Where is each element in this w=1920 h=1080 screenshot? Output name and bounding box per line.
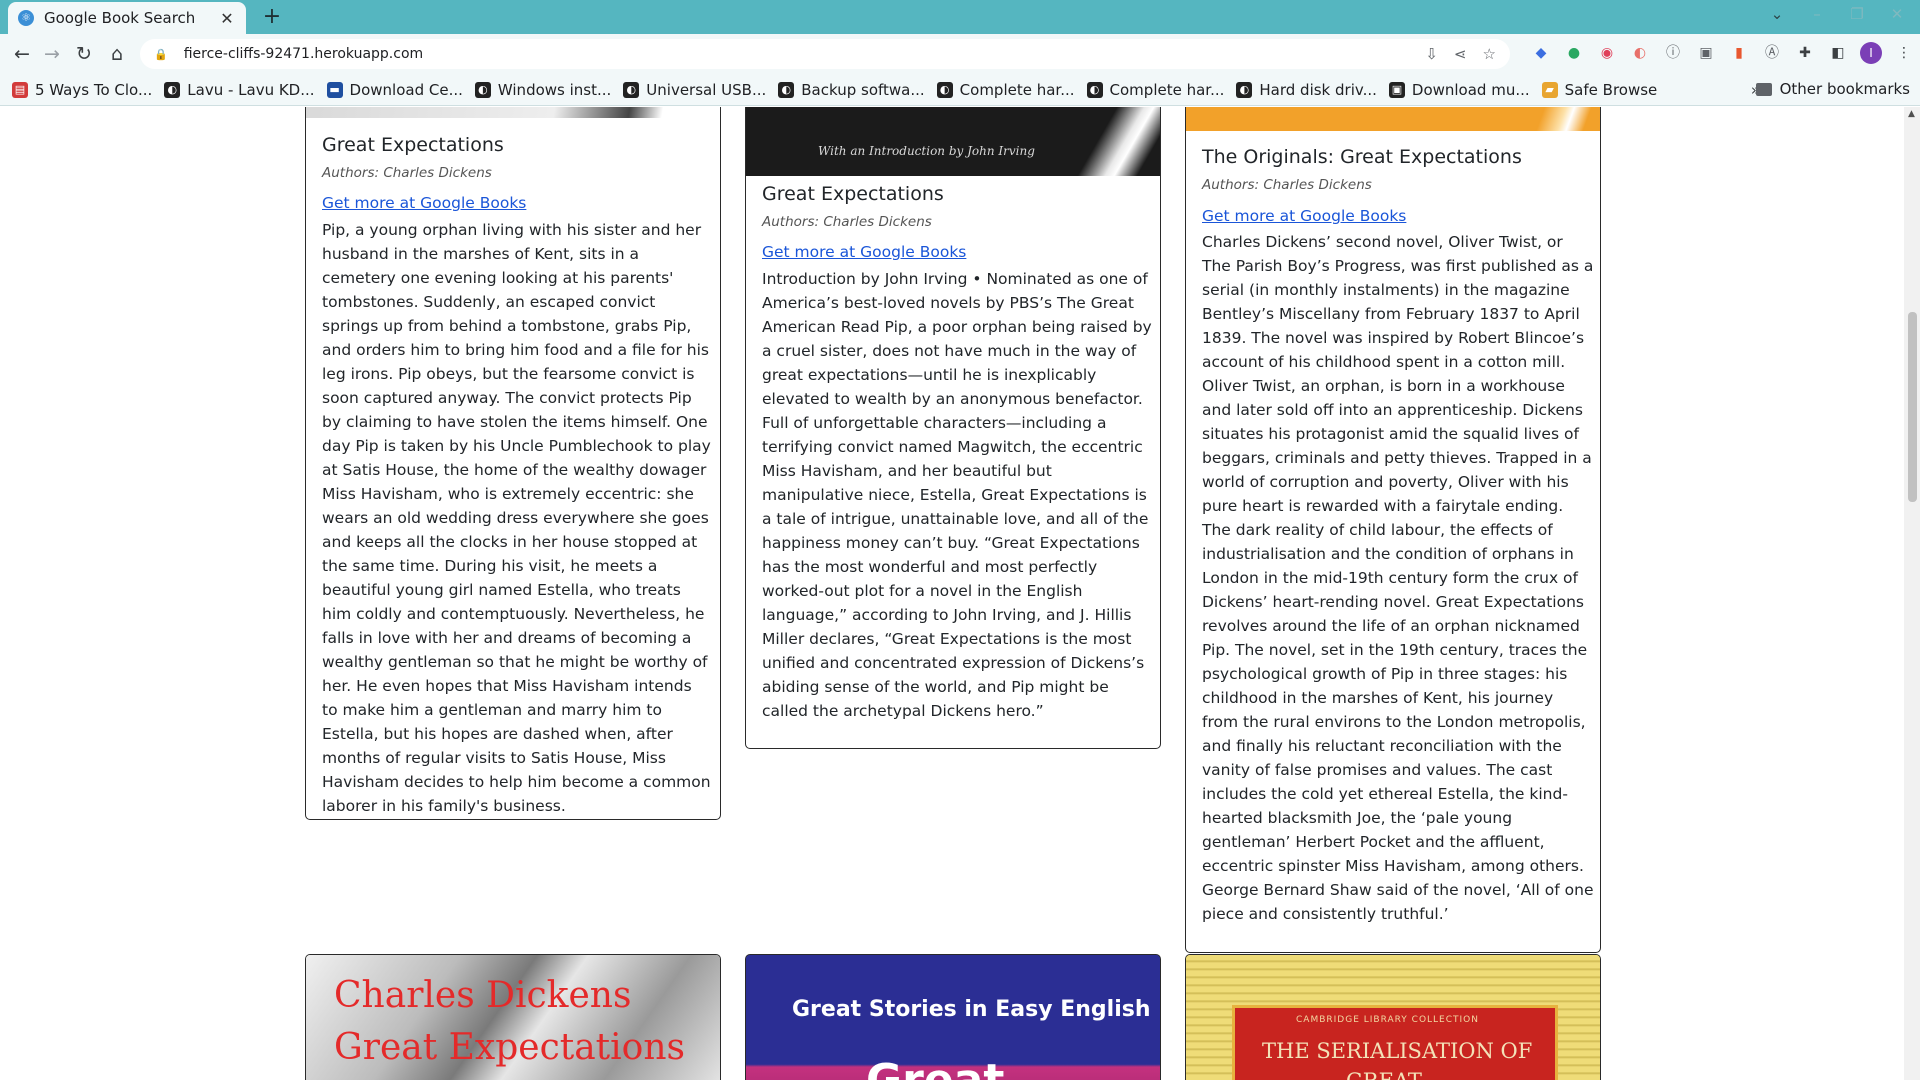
book-description: Introduction by John Irving • Nominated … — [762, 270, 1152, 720]
home-icon[interactable]: ⌂ — [103, 40, 131, 68]
tab-google-book-search[interactable]: ⚛ Google Book Search ✕ — [8, 2, 246, 34]
google-books-link[interactable]: Get more at Google Books — [322, 194, 526, 212]
extensions-puzzle-icon[interactable]: ✚ — [1794, 42, 1816, 64]
bookmark-item[interactable]: ◐ Hard disk driv... — [1236, 81, 1377, 99]
scroll-up-arrow-icon[interactable]: ▲ — [1908, 109, 1915, 119]
cover-series: Great Stories in Easy English — [792, 997, 1151, 1022]
bookmark-item[interactable]: ▰ Safe Browse — [1541, 81, 1657, 99]
book-authors: Authors: Charles Dickens — [1202, 177, 1372, 193]
book-description: Charles Dickens’ second novel, Oliver Tw… — [1202, 233, 1594, 923]
other-bookmarks-folder[interactable]: Other bookmarks — [1755, 80, 1910, 98]
book-card: The Originals: Great Expectations Author… — [1185, 107, 1601, 953]
bookmark-favicon-icon: ▣ — [1388, 81, 1405, 98]
browser-toolbar: ← → ↻ ⌂ 🔒 fierce-cliffs-92471.herokuapp.… — [0, 34, 1920, 74]
address-bar[interactable]: 🔒 fierce-cliffs-92471.herokuapp.com ⇩ ⋖ … — [140, 39, 1510, 69]
extension-a-icon[interactable]: Ⓐ — [1761, 42, 1783, 64]
grammarly-icon[interactable]: ● — [1563, 42, 1585, 64]
bookmark-favicon-icon: ◐ — [1086, 81, 1103, 98]
extension-shield-icon[interactable]: ◉ — [1596, 42, 1618, 64]
book-cover-image: CAMBRIDGE LIBRARY COLLECTION THE SERIALI… — [1186, 955, 1600, 1080]
bookmark-favicon-icon: ▬ — [326, 81, 343, 98]
cover-title: Great Expectations — [334, 1027, 685, 1068]
book-card: Great Expectations Authors: Charles Dick… — [305, 107, 721, 820]
share-icon[interactable]: ⋖ — [1454, 45, 1467, 63]
forward-arrow-icon[interactable]: → — [38, 40, 66, 68]
cover-title: Great — [866, 1055, 1004, 1080]
page-scrollbar[interactable]: ▲ — [1904, 107, 1920, 1080]
tab-strip: ⚛ Google Book Search ✕ + ⌄ – ❐ ✕ — [0, 0, 1920, 34]
book-card: Charles Dickens Great Expectations — [305, 954, 721, 1080]
extension-record-icon[interactable]: ◐ — [1629, 42, 1651, 64]
book-title: The Originals: Great Expectations — [1202, 146, 1522, 168]
bookmark-favicon-icon: ◐ — [474, 81, 491, 98]
new-tab-button[interactable]: + — [258, 3, 286, 31]
bookmark-favicon-icon: ◐ — [778, 81, 795, 98]
bookmark-favicon-icon: ◐ — [936, 81, 953, 98]
close-window-icon[interactable]: ✕ — [1888, 5, 1906, 23]
page-viewport: Great Expectations Authors: Charles Dick… — [0, 107, 1904, 1080]
cover-title: GREAT — [1346, 1069, 1422, 1080]
book-card: Great Stories in Easy English Great — [745, 954, 1161, 1080]
book-cover-image: With an Introduction by John Irving — [746, 107, 1160, 176]
book-description: Pip, a young orphan living with his sist… — [322, 221, 711, 815]
bookmark-favicon-icon: ◐ — [164, 81, 181, 98]
profile-avatar[interactable]: I — [1860, 42, 1882, 64]
bookmark-item[interactable]: ◐ Windows inst... — [474, 81, 611, 99]
extensions-row: ◆ ● ◉ ◐ ⓘ ▣ ▮ Ⓐ ✚ ◧ I ⋮ — [1530, 42, 1915, 64]
bookmark-item[interactable]: ◐ Complete har... — [1086, 81, 1224, 99]
book-cover-image — [306, 107, 720, 118]
book-cover-image: Charles Dickens Great Expectations — [306, 955, 720, 1080]
bookmark-favicon-icon: ◐ — [1236, 81, 1253, 98]
extension-lock-icon[interactable]: ▮ — [1728, 42, 1750, 64]
menu-kebab-icon[interactable]: ⋮ — [1893, 42, 1915, 64]
google-books-link[interactable]: Get more at Google Books — [762, 243, 966, 261]
window-controls: ⌄ – ❐ ✕ — [1768, 5, 1906, 23]
cover-author: Charles Dickens — [334, 975, 632, 1016]
google-books-link[interactable]: Get more at Google Books — [1202, 207, 1406, 225]
cover-heading: THE SERIALISATION OF — [1262, 1039, 1533, 1063]
bookmark-item[interactable]: ◐ Universal USB... — [623, 81, 766, 99]
extension-frame-icon[interactable]: ▣ — [1695, 42, 1717, 64]
cover-collection: CAMBRIDGE LIBRARY COLLECTION — [1296, 1015, 1479, 1025]
react-favicon-icon: ⚛ — [18, 10, 34, 26]
bookmark-item[interactable]: ◐ Lavu - Lavu KD... — [164, 81, 315, 99]
book-title: Great Expectations — [762, 183, 944, 205]
book-authors: Authors: Charles Dickens — [322, 165, 492, 181]
url-text[interactable]: fierce-cliffs-92471.herokuapp.com — [184, 46, 1410, 62]
close-tab-icon[interactable]: ✕ — [218, 9, 236, 28]
book-cover-image: Great Stories in Easy English Great — [746, 955, 1160, 1080]
bookmark-item[interactable]: ▣ Download mu... — [1388, 81, 1530, 99]
book-card: CAMBRIDGE LIBRARY COLLECTION THE SERIALI… — [1185, 954, 1601, 1080]
bookmark-item[interactable]: ◐ Complete har... — [936, 81, 1075, 99]
book-authors: Authors: Charles Dickens — [762, 214, 932, 230]
bookmark-item[interactable]: ▬ Download Ce... — [326, 81, 463, 99]
side-panel-icon[interactable]: ◧ — [1827, 42, 1849, 64]
install-app-icon[interactable]: ⇩ — [1425, 45, 1438, 63]
tab-search-icon[interactable]: ⌄ — [1768, 5, 1786, 23]
bookmark-favicon-icon: ◐ — [623, 81, 640, 98]
bookmark-favicon-icon: ▰ — [1541, 81, 1558, 98]
restore-icon[interactable]: ❐ — [1848, 5, 1866, 23]
bookmarks-bar: ▤ 5 Ways To Clo... ◐ Lavu - Lavu KD... ▬ Do… — [0, 74, 1920, 106]
book-title: Great Expectations — [322, 134, 504, 156]
book-card: With an Introduction by John Irving Grea… — [745, 107, 1161, 749]
bookmark-item[interactable]: ◐ Backup softwa... — [778, 81, 925, 99]
folder-icon — [1755, 82, 1772, 96]
cover-subtitle: With an Introduction by John Irving — [818, 144, 1035, 158]
lock-icon[interactable]: 🔒 — [154, 48, 168, 61]
minimize-icon[interactable]: – — [1808, 5, 1826, 23]
bookmark-item[interactable]: ▤ 5 Ways To Clo... — [12, 81, 152, 99]
scrollbar-thumb[interactable] — [1908, 312, 1917, 502]
book-cover-image — [1186, 107, 1600, 131]
bookmark-favicon-icon: ▤ — [12, 81, 28, 98]
back-arrow-icon[interactable]: ← — [8, 40, 36, 68]
tab-title: Google Book Search — [44, 9, 196, 27]
extension-info-icon[interactable]: ⓘ — [1662, 42, 1684, 64]
reload-icon[interactable]: ↻ — [70, 40, 98, 68]
bookmark-star-icon[interactable]: ☆ — [1483, 45, 1496, 63]
extension-cube-icon[interactable]: ◆ — [1530, 42, 1552, 64]
